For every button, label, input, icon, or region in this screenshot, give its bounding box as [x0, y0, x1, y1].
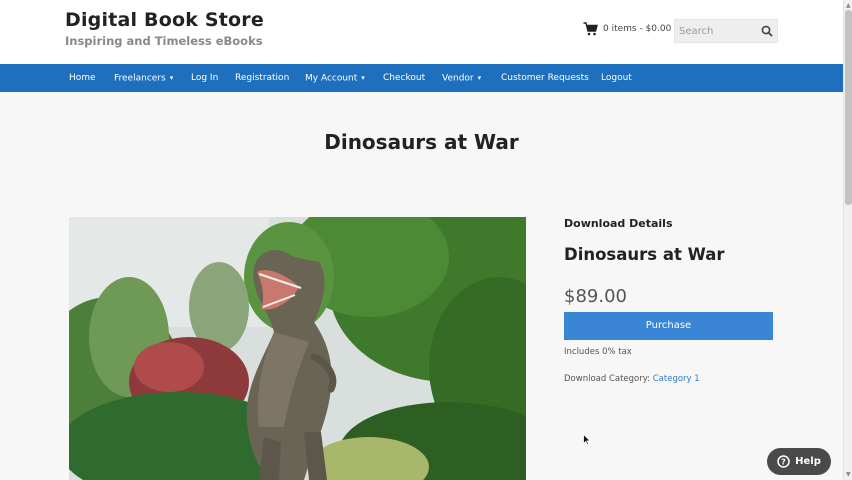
category-label: Download Category:: [564, 374, 651, 384]
nav-item-label: My Account: [305, 73, 358, 84]
scroll-up-arrow-icon[interactable]: ▲: [846, 2, 851, 9]
site-tagline: Inspiring and Timeless eBooks: [65, 34, 263, 48]
nav-item-label: Customer Requests: [501, 73, 589, 83]
nav-item-label: Logout: [601, 73, 632, 83]
nav-item-registration[interactable]: Registration: [235, 64, 289, 92]
help-button[interactable]: ? Help: [767, 448, 831, 475]
nav-item-label: Checkout: [383, 73, 426, 83]
search-input[interactable]: [675, 20, 759, 42]
vertical-scrollbar[interactable]: ▲ ▼: [843, 0, 852, 480]
dinosaur-photo: [69, 217, 526, 480]
search-icon[interactable]: [761, 25, 773, 37]
main-navigation: Home Freelancers ▾ Log In Registration My…: [0, 64, 843, 92]
nav-item-vendor[interactable]: Vendor ▾: [442, 64, 481, 92]
site-title[interactable]: Digital Book Store: [65, 9, 264, 31]
site-header: Digital Book Store Inspiring and Timeles…: [0, 0, 843, 64]
nav-item-my-account[interactable]: My Account ▾: [305, 64, 365, 92]
nav-item-home[interactable]: Home: [69, 64, 96, 92]
product-name: Dinosaurs at War: [564, 245, 725, 264]
nav-item-label: Vendor: [442, 73, 474, 84]
mouse-cursor-icon: [583, 434, 591, 446]
nav-item-label: Freelancers: [114, 73, 166, 84]
svg-text:?: ?: [781, 458, 786, 467]
nav-item-freelancers[interactable]: Freelancers ▾: [114, 64, 173, 92]
nav-item-label: Registration: [235, 73, 290, 83]
nav-item-logout[interactable]: Logout: [601, 64, 632, 92]
nav-item-label: Home: [69, 73, 96, 83]
page-title: Dinosaurs at War: [324, 130, 519, 154]
scrollbar-thumb[interactable]: [845, 10, 852, 205]
nav-item-label: Log In: [191, 73, 219, 83]
product-price: $89.00: [564, 286, 627, 307]
category-link[interactable]: Category 1: [653, 374, 700, 384]
chevron-down-icon: ▾: [361, 74, 365, 82]
nav-item-log-in[interactable]: Log In: [191, 64, 218, 92]
download-details-heading: Download Details: [564, 217, 673, 230]
purchase-button[interactable]: Purchase: [564, 312, 773, 340]
nav-item-checkout[interactable]: Checkout: [383, 64, 425, 92]
nav-item-customer-requests[interactable]: Customer Requests: [501, 64, 589, 92]
scroll-down-arrow-icon[interactable]: ▼: [846, 471, 851, 478]
chevron-down-icon: ▾: [477, 74, 482, 82]
shopping-cart-icon: [583, 22, 598, 36]
download-category: Download Category: Category 1: [564, 374, 700, 384]
cart-summary: 0 items - $0.00: [603, 24, 672, 34]
tax-note: Includes 0% tax: [564, 347, 632, 357]
product-image: [69, 217, 526, 480]
cart-link[interactable]: 0 items - $0.00: [583, 22, 671, 36]
chevron-down-icon: ▾: [169, 74, 174, 82]
question-circle-icon: ?: [777, 455, 790, 468]
help-label: Help: [795, 456, 821, 467]
search-box: [674, 19, 778, 43]
